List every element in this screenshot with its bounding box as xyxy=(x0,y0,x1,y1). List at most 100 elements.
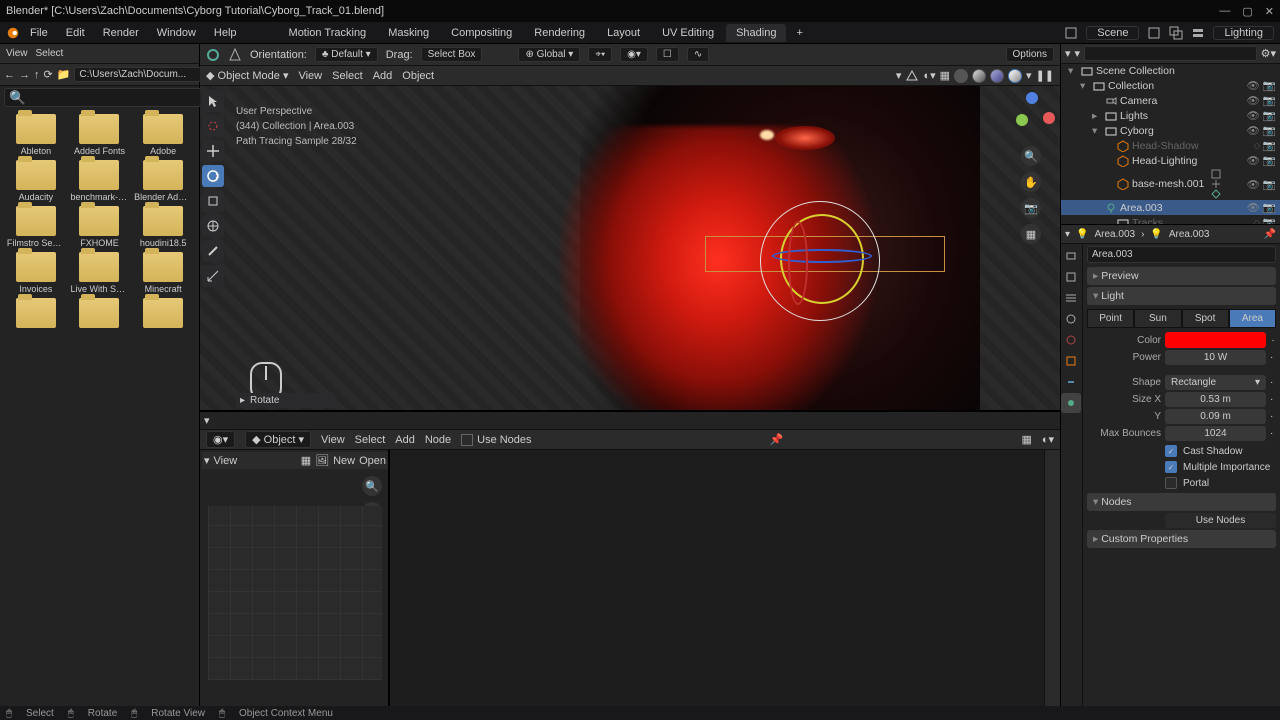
node-view-menu[interactable]: View xyxy=(321,434,345,446)
editor-type-icon[interactable]: ▾ xyxy=(204,414,210,427)
keyframe-dot-icon[interactable]: · xyxy=(1270,377,1276,388)
preview-panel-head[interactable]: Preview xyxy=(1087,267,1276,285)
scale-tool[interactable] xyxy=(202,190,224,212)
outliner-row[interactable]: Tracks◌ 📷 xyxy=(1061,215,1280,224)
gizmo-icon[interactable] xyxy=(905,69,919,83)
modifier-icons[interactable] xyxy=(1211,169,1221,199)
select-tool[interactable] xyxy=(202,90,224,112)
folder-item[interactable] xyxy=(133,298,193,330)
rotate-tool[interactable] xyxy=(202,165,224,187)
select-menu[interactable]: Select xyxy=(36,48,64,59)
select-menu[interactable]: Select xyxy=(332,70,363,82)
outliner-tree[interactable]: ▾Scene Collection▾Collection👁 📷Camera👁 📷… xyxy=(1061,64,1280,224)
workspace-tab[interactable]: Rendering xyxy=(524,24,595,42)
uv-canvas[interactable] xyxy=(208,506,382,680)
visibility-icons[interactable]: 👁 📷 xyxy=(1247,154,1276,167)
menu-edit[interactable]: Edit xyxy=(58,25,93,41)
outliner-row[interactable]: Head-Lighting👁 📷 xyxy=(1061,153,1280,168)
folder-item[interactable]: Minecraft xyxy=(133,252,193,294)
visibility-icons[interactable]: 👁 📷 xyxy=(1247,201,1276,214)
rendered-shading-icon[interactable] xyxy=(1008,69,1022,83)
transform-tool[interactable] xyxy=(202,215,224,237)
add-menu[interactable]: Add xyxy=(373,70,393,82)
nav-y-axis[interactable] xyxy=(1016,114,1028,126)
outliner-search-input[interactable] xyxy=(1084,46,1257,61)
options-dropdown[interactable]: Options xyxy=(1006,47,1054,62)
selectability-icon[interactable]: ▾ xyxy=(896,69,902,83)
menu-render[interactable]: Render xyxy=(95,25,147,41)
folder-item[interactable]: FXHOME xyxy=(70,206,130,248)
sizex-field[interactable]: 0.53 m xyxy=(1165,392,1266,407)
annotate-tool[interactable] xyxy=(202,240,224,262)
rotate-gizmo-z[interactable] xyxy=(772,249,872,263)
use-nodes-button[interactable]: Use Nodes xyxy=(1165,513,1276,528)
workspace-tab[interactable]: Motion Tracking xyxy=(279,24,377,42)
folder-item[interactable]: Invoices xyxy=(6,252,66,294)
folder-item[interactable]: Added Fonts xyxy=(70,114,130,156)
perspective-icon[interactable]: ▦ xyxy=(1021,224,1041,244)
menu-window[interactable]: Window xyxy=(149,25,204,41)
uv-view-menu[interactable]: View xyxy=(214,455,238,467)
camera-view-icon[interactable]: 📷 xyxy=(1021,198,1041,218)
material-shading-icon[interactable] xyxy=(990,69,1004,83)
move-tool[interactable] xyxy=(202,140,224,162)
visibility-icons[interactable]: 👁 📷 xyxy=(1247,79,1276,92)
tree-toggle-icon[interactable]: ▾ xyxy=(1068,65,1078,77)
forward-icon[interactable]: → xyxy=(19,69,30,81)
pin-icon[interactable]: 📌 xyxy=(770,433,784,446)
viewlayer-selector[interactable]: Lighting xyxy=(1213,26,1274,40)
outliner-row[interactable]: ▾Scene Collection xyxy=(1061,64,1280,78)
view-menu[interactable]: View xyxy=(6,48,28,59)
uv-editor-icon[interactable]: ▾ xyxy=(204,454,210,467)
view-menu[interactable]: View xyxy=(298,70,322,82)
outliner-row[interactable]: ▾Cyborg👁 📷 xyxy=(1061,123,1280,138)
solid-shading-icon[interactable] xyxy=(972,69,986,83)
outliner-row[interactable]: base-mesh.001 👁 📷 xyxy=(1061,168,1280,200)
wireframe-shading-icon[interactable] xyxy=(954,69,968,83)
pan-icon[interactable]: ✋ xyxy=(1021,172,1041,192)
uv-new-button[interactable]: New xyxy=(333,455,355,467)
color-swatch[interactable] xyxy=(1165,332,1266,348)
viewlayer-tab-icon[interactable] xyxy=(1061,288,1081,308)
keyframe-dot-icon[interactable]: · xyxy=(1270,428,1276,439)
workspace-tab-active[interactable]: Shading xyxy=(726,24,786,42)
xray-icon[interactable]: ▦ xyxy=(940,69,950,83)
visibility-icons[interactable]: ◌ 📷 xyxy=(1254,139,1276,152)
tree-toggle-icon[interactable]: ▾ xyxy=(1080,80,1090,92)
pause-render-icon[interactable]: ❚❚ xyxy=(1036,69,1054,83)
visibility-icons[interactable]: 👁 📷 xyxy=(1247,94,1276,107)
uv-open-button[interactable]: Open xyxy=(359,455,386,467)
node-add-menu[interactable]: Add xyxy=(395,434,415,446)
outliner-row[interactable]: Area.003👁 📷 xyxy=(1061,200,1280,215)
extra-tool-icon[interactable]: ☐ xyxy=(656,47,679,62)
data-tab-icon[interactable] xyxy=(1061,393,1081,413)
menu-file[interactable]: File xyxy=(22,25,56,41)
bounces-field[interactable]: 1024 xyxy=(1165,426,1266,441)
shader-type-icon[interactable]: ◉▾ xyxy=(206,431,235,448)
mode-selector[interactable]: ◆ Object Mode ▾ xyxy=(206,69,288,82)
scene-selector[interactable]: Scene xyxy=(1086,26,1139,40)
node-editor-area[interactable]: ▾ View ▦ 🖼 New Open 🔍 ✋ xyxy=(200,450,1060,706)
outliner-row[interactable]: ▸Lights👁 📷 xyxy=(1061,108,1280,123)
nav-gizmo[interactable] xyxy=(1006,90,1056,140)
uv-image-icon[interactable]: 🖼 xyxy=(315,454,329,467)
keyframe-dot-icon[interactable]: · xyxy=(1270,335,1276,346)
folder-item[interactable] xyxy=(6,298,66,330)
folder-item[interactable]: benchmark-la... xyxy=(70,160,130,202)
keyframe-dot-icon[interactable]: · xyxy=(1270,394,1276,405)
pin-properties-icon[interactable]: 📌 xyxy=(1264,229,1276,240)
minimize-button[interactable]: — xyxy=(1219,5,1230,18)
new-folder-icon[interactable]: 📁 xyxy=(57,68,71,81)
zoom-icon[interactable]: 🔍 xyxy=(1021,146,1041,166)
shape-dropdown[interactable]: Rectangle ▾ xyxy=(1165,375,1266,390)
nav-z-axis[interactable] xyxy=(1026,92,1038,104)
output-tab-icon[interactable] xyxy=(1061,267,1081,287)
node-node-menu[interactable]: Node xyxy=(425,434,451,446)
constraint-tab-icon[interactable] xyxy=(1061,372,1081,392)
snap-dropdown[interactable]: ⌖▾ xyxy=(588,47,612,62)
orientation-dropdown[interactable]: ♣ Default ▾ xyxy=(315,47,378,62)
nodes-panel-head[interactable]: Nodes xyxy=(1087,493,1276,511)
maximize-button[interactable]: ▢ xyxy=(1242,5,1252,18)
visibility-icons[interactable]: 👁 📷 xyxy=(1247,124,1276,137)
orientation-icon[interactable] xyxy=(228,48,242,62)
